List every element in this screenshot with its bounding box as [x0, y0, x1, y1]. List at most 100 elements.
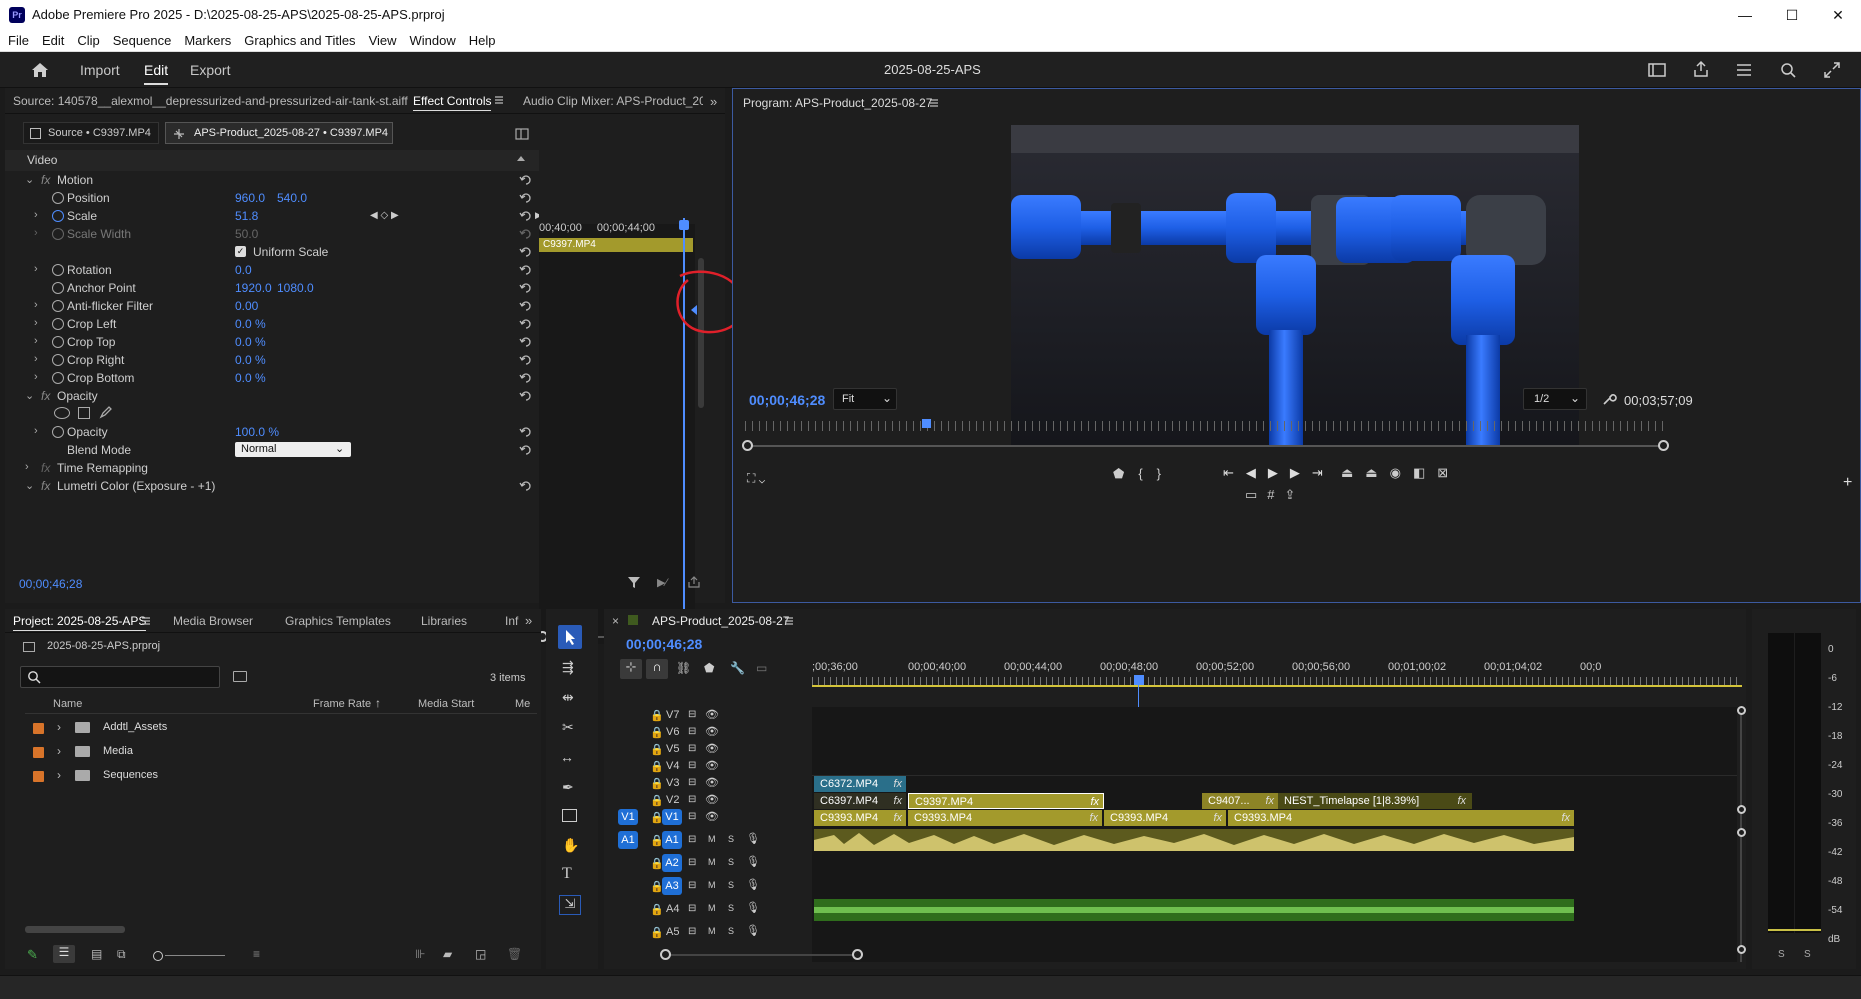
chevron-right-icon[interactable]: ›	[57, 720, 61, 734]
pencil-icon[interactable]: ✎	[27, 947, 38, 963]
position-y-value[interactable]: 540.0	[277, 191, 307, 205]
ec-playhead-handle[interactable]	[679, 220, 689, 230]
microphone-icon[interactable]: 🎙	[746, 832, 760, 845]
stopwatch-active-icon[interactable]	[52, 210, 64, 222]
reset-icon[interactable]	[519, 174, 533, 186]
sync-lock-icon[interactable]: ⊟	[688, 880, 696, 891]
lock-icon[interactable]: 🔒	[650, 926, 664, 939]
timeline-clip-v2-nest[interactable]: NEST_Timelapse [1|8.39%] fx	[1278, 793, 1472, 809]
extract-icon[interactable]: ⏏	[1365, 465, 1389, 480]
chevron-down-icon[interactable]: ⌄	[25, 173, 34, 186]
panel-menu-icon[interactable]	[494, 95, 504, 105]
solo-left-button[interactable]: S	[1778, 949, 1785, 960]
tab-effect-controls[interactable]: Effect Controls	[413, 94, 492, 111]
sync-lock-icon[interactable]: ⊟	[688, 709, 696, 720]
project-item-sequences[interactable]: › Sequences	[25, 765, 537, 789]
track-header-v3[interactable]: 🔒 V3 ⊟ 👁	[604, 775, 812, 792]
add-button-icon[interactable]: +	[1843, 474, 1852, 492]
timeline-zoom-left-handle[interactable]	[660, 949, 671, 960]
timeline-zoom-right-handle[interactable]	[852, 949, 863, 960]
wrench-icon[interactable]	[1601, 391, 1617, 407]
generative-extend-tool-icon[interactable]: ⇲	[559, 895, 581, 915]
fit-select[interactable]: Fit ⌄	[833, 388, 897, 410]
toggle-timeline-icon[interactable]	[515, 128, 529, 140]
slip-tool-icon[interactable]: ↔	[560, 749, 574, 765]
close-button[interactable]: ✕	[1815, 0, 1861, 30]
timeline-clip-v1-2[interactable]: C9393.MP4 fx	[908, 810, 1102, 826]
eye-icon[interactable]: 👁	[705, 810, 719, 823]
chevron-down-icon[interactable]: ⌄	[25, 479, 34, 492]
tab-project[interactable]: Project: 2025-08-25-APS	[13, 614, 147, 631]
eye-icon[interactable]: 👁	[705, 759, 719, 772]
track-header-a1[interactable]: A1 🔒 A1 ⊟ M S 🎙	[604, 829, 812, 853]
export-icon[interactable]	[687, 575, 701, 589]
list-view-icon[interactable]: ☰	[53, 945, 75, 963]
menu-file[interactable]: File	[8, 33, 29, 48]
rectangle-mask-icon[interactable]	[78, 407, 90, 419]
track-header-a4[interactable]: 🔒 A4 ⊟ M S 🎙	[604, 898, 812, 922]
crop-right-value[interactable]: 0.0 %	[235, 353, 266, 367]
project-horizontal-scrollbar[interactable]	[25, 926, 125, 933]
safe-margins-icon[interactable]: ⛶ ⌄	[747, 471, 765, 486]
sync-lock-icon[interactable]: ⊟	[688, 926, 696, 937]
program-timecode[interactable]: 00;00;46;28	[749, 392, 825, 408]
step-back-icon[interactable]: ◀	[1246, 465, 1268, 480]
stopwatch-icon[interactable]	[52, 264, 64, 276]
tab-info[interactable]: Inf	[505, 614, 518, 628]
eye-icon[interactable]: 👁	[705, 793, 719, 806]
mark-out-icon[interactable]: }	[1157, 466, 1175, 481]
stopwatch-icon[interactable]	[52, 318, 64, 330]
freeform-view-icon[interactable]: ⧉	[117, 947, 126, 962]
solo-button[interactable]: S	[728, 880, 734, 890]
chevron-right-icon[interactable]: ›	[34, 371, 38, 383]
track-header-v2[interactable]: 🔒 V2 ⊟ 👁	[604, 792, 812, 809]
solo-button[interactable]: S	[728, 834, 734, 844]
sync-lock-icon[interactable]: ⊟	[688, 857, 696, 868]
add-marker-icon[interactable]: ⬟	[1113, 466, 1138, 481]
stopwatch-icon[interactable]	[52, 300, 64, 312]
position-x-value[interactable]: 960.0	[235, 191, 265, 205]
icon-view-icon[interactable]: ▤	[91, 947, 102, 961]
anti-flicker-value[interactable]: 0.00	[235, 299, 258, 313]
track-header-v6[interactable]: 🔒 V6 ⊟ 👁	[604, 724, 812, 741]
scroll-handle[interactable]	[1737, 945, 1746, 954]
mute-button[interactable]: M	[708, 926, 716, 936]
microphone-icon[interactable]: 🎙	[746, 878, 760, 891]
new-bin-from-search-icon[interactable]	[233, 671, 247, 682]
microphone-icon[interactable]: 🎙	[746, 924, 760, 937]
step-forward-icon[interactable]: ▶	[1290, 465, 1312, 480]
track-header-v7[interactable]: 🔒 V7 ⊟ 👁	[604, 707, 812, 724]
microphone-icon[interactable]: 🎙	[746, 901, 760, 914]
tab-audio-clip-mixer[interactable]: Audio Clip Mixer: APS-Product_2025-	[523, 94, 703, 108]
anchor-x-value[interactable]: 1920.0	[235, 281, 272, 295]
sync-lock-icon[interactable]: ⊟	[688, 743, 696, 754]
zoom-slider-handle[interactable]	[153, 951, 163, 961]
tab-graphics-templates[interactable]: Graphics Templates	[285, 614, 391, 628]
menu-graphics[interactable]: Graphics and Titles	[244, 33, 355, 48]
track-target-a3[interactable]: A3	[662, 877, 682, 895]
go-to-in-icon[interactable]: ⇤	[1223, 465, 1246, 480]
reset-icon[interactable]	[519, 480, 533, 492]
chevron-right-icon[interactable]: ›	[34, 317, 38, 329]
chevron-right-icon[interactable]: ›	[34, 299, 38, 311]
stopwatch-icon[interactable]	[52, 372, 64, 384]
lock-icon[interactable]: 🔒	[650, 760, 664, 773]
panel-menu-icon[interactable]	[141, 616, 151, 626]
eye-icon[interactable]: 👁	[705, 742, 719, 755]
reset-icon[interactable]	[519, 282, 533, 294]
rotation-value[interactable]: 0.0	[235, 263, 252, 277]
type-tool-icon[interactable]: T	[562, 865, 572, 883]
track-header-a2[interactable]: 🔒 A2 ⊟ M S 🎙	[604, 852, 812, 876]
scroll-handle[interactable]	[1737, 828, 1746, 837]
panel-layout-icon[interactable]	[1648, 62, 1666, 78]
stopwatch-icon[interactable]	[52, 192, 64, 204]
anchor-y-value[interactable]: 1080.0	[277, 281, 314, 295]
timeline-clip-v1-3[interactable]: C9393.MP4 fx	[1104, 810, 1226, 826]
menu-window[interactable]: Window	[410, 33, 456, 48]
panel-menu-icon[interactable]	[784, 616, 794, 626]
timeline-clip-v3[interactable]: C6372.MP4 fx	[814, 776, 906, 792]
timeline-clip-v1-1[interactable]: C9393.MP4 fx	[814, 810, 906, 826]
panel-menu-icon[interactable]	[929, 98, 939, 108]
razor-tool-icon[interactable]: ✂	[562, 719, 574, 736]
selection-tool-icon[interactable]	[558, 625, 582, 649]
